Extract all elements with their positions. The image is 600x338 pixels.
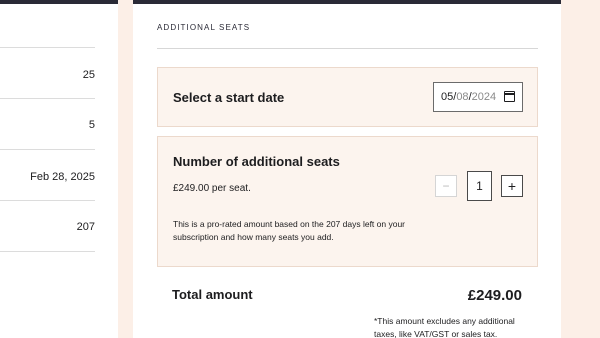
date-year: 2024 [471,91,497,103]
seats-title: Number of additional seats [173,154,340,169]
summary-row: Feb 28, 2025 [0,150,95,201]
decrease-seats-button[interactable]: − [435,175,457,197]
summary-row: 5 [0,99,95,150]
summary-row: 207 [0,201,95,252]
total-amount-value: £249.00 [467,287,522,304]
start-date-title: Select a start date [173,90,285,105]
seat-price: £249.00 [173,183,210,194]
calendar-icon[interactable] [504,91,515,102]
prorated-note: This is a pro-rated amount based on the … [173,219,405,242]
summary-row [0,4,95,48]
summary-value: Feb 28, 2025 [30,171,95,183]
date-day: 05 [441,91,454,103]
seat-price-suffix: per seat. [209,183,251,194]
increase-seats-button[interactable]: + [501,175,523,197]
start-date-input[interactable]: 05/08/2024 [433,82,523,112]
additional-seats-card: ADDITIONAL SEATS Select a start date 05/… [133,0,561,338]
summary-value: 5 [88,119,95,131]
seats-quantity-field[interactable]: 1 [467,171,492,201]
tax-note: *This amount excludes any additional tax… [374,316,515,338]
summary-value: 207 [76,221,95,233]
start-date-box: Select a start date 05/08/2024 [157,67,538,127]
date-month: 08 [456,91,469,103]
section-label: ADDITIONAL SEATS [157,23,251,32]
total-amount-label: Total amount [172,287,253,302]
divider [157,48,538,49]
summary-value: 25 [82,69,95,81]
additional-seats-box: Number of additional seats £249.00 per s… [157,136,538,267]
background-summary-panel: 25 5 Feb 28, 2025 207 [0,0,118,338]
price-per-seat: £249.00 per seat. [173,183,251,194]
summary-row: 25 [0,48,95,99]
